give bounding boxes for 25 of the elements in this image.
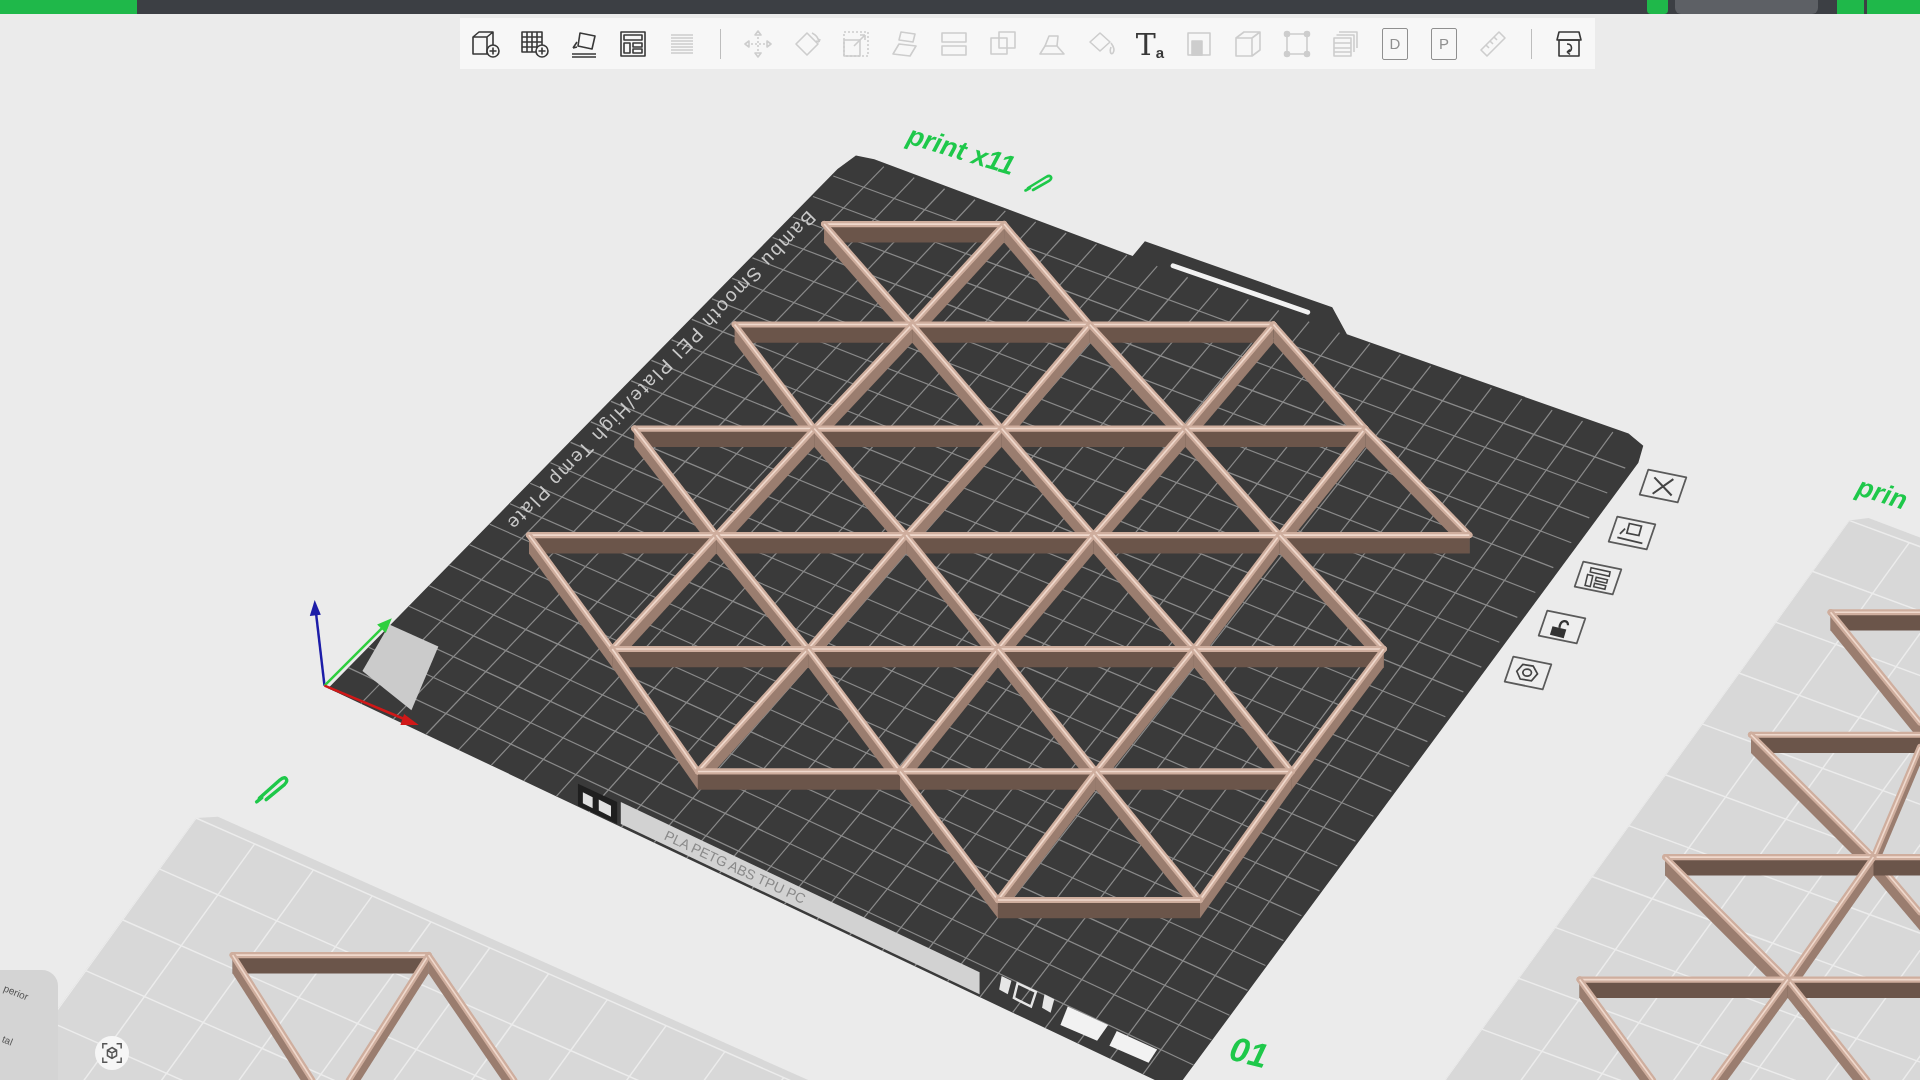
view-cube-label: perior (2, 983, 30, 1003)
cube-frame-icon (101, 1042, 123, 1064)
y-axis (323, 618, 392, 687)
close-icon (1637, 467, 1689, 505)
action-button[interactable] (1837, 0, 1864, 14)
plate-corner-tab (1060, 1006, 1109, 1041)
plate-name: prin (1853, 473, 1911, 515)
layout-icon (1572, 559, 1624, 597)
action-button[interactable] (1867, 0, 1920, 14)
text-tool-button[interactable]: Ta (1130, 23, 1170, 64)
action-button[interactable] (1647, 0, 1668, 14)
edit-icon[interactable] (1024, 172, 1054, 192)
active-tab[interactable] (0, 0, 137, 14)
nozzle-marking-icon (999, 975, 1055, 1013)
plate-number: 01 (1226, 1030, 1272, 1074)
plate-corner-tab (1109, 1031, 1158, 1063)
plate-name: print x11 (904, 121, 1018, 181)
device-selector[interactable] (1675, 0, 1818, 14)
view-cube[interactable] (0, 970, 58, 1080)
move-icon (742, 27, 774, 60)
orient-plate-icon (1606, 514, 1658, 552)
view-cube-label: tal (0, 1034, 15, 1048)
plate-logo-icon (577, 783, 618, 825)
filament-types-text: PLA PETG ABS TPU PC (662, 828, 808, 906)
hex-nut-icon (1502, 654, 1554, 692)
